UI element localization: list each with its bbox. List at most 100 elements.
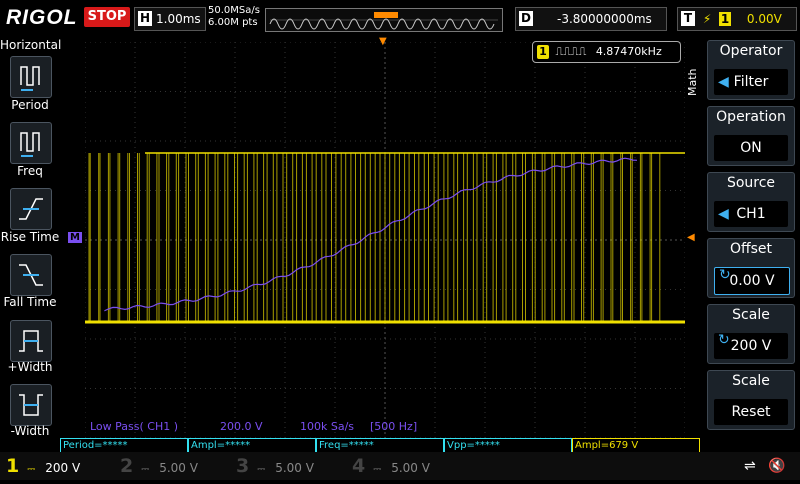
frequency-counter: 1 ⎍⎍⎍⎍ 4.87470kHz bbox=[532, 41, 681, 63]
scale-softkey[interactable]: Scale ↻ 200 V bbox=[707, 304, 795, 364]
timebase-key: H bbox=[138, 11, 152, 26]
trigger-channel-badge: 1 bbox=[719, 12, 732, 26]
square-wave-icon: ⎍⎍⎍⎍ bbox=[555, 45, 587, 58]
channel-2-scale: 5.00 V bbox=[159, 461, 198, 475]
measurement-period[interactable]: Period=***** bbox=[60, 438, 188, 453]
scale-reset-softkey[interactable]: Scale Reset bbox=[707, 370, 795, 430]
memory-waveform-preview bbox=[269, 12, 498, 30]
counter-value: 4.87470kHz bbox=[595, 45, 662, 58]
operator-value: ◀ Filter bbox=[714, 69, 788, 95]
usb-icon: ⇌ bbox=[744, 458, 756, 474]
left-arrow-icon: ◀ bbox=[718, 74, 729, 90]
source-title: Source bbox=[726, 175, 776, 191]
waveform-canvas bbox=[84, 41, 686, 439]
channel-3-scale: 5.00 V bbox=[275, 461, 314, 475]
operator-title: Operator bbox=[719, 43, 783, 59]
source-softkey[interactable]: Source ◀ CH1 bbox=[707, 172, 795, 232]
dc-coupling-icon: ⎓ bbox=[27, 464, 36, 475]
offset-title: Offset bbox=[729, 241, 773, 257]
math-scale-label: 200.0 V bbox=[220, 420, 263, 433]
source-value: ◀ CH1 bbox=[714, 201, 788, 227]
waveform-display[interactable] bbox=[84, 41, 686, 439]
rise-time-label: Rise Time bbox=[0, 230, 60, 244]
measurement-ampl-ch1[interactable]: Ampl=679 V bbox=[572, 438, 700, 453]
ch1-waveform bbox=[88, 153, 661, 322]
brand-logo: RIGOL bbox=[6, 6, 78, 29]
measurement-ampl[interactable]: Ampl=***** bbox=[188, 438, 316, 453]
horizontal-measure-panel: Horizontal Period Freq Rise Time Fall Ti… bbox=[0, 36, 62, 438]
speaker-muted-icon[interactable]: 🔇 bbox=[768, 452, 785, 480]
neg-width-label: -Width bbox=[10, 424, 50, 438]
trigger-level: 0.00V bbox=[746, 12, 782, 26]
memory-depth: 6.00M pts bbox=[208, 17, 258, 28]
memory-window-marker[interactable] bbox=[374, 12, 398, 18]
rising-edge-icon: ⚡ bbox=[702, 12, 712, 26]
memory-overview-strip bbox=[265, 8, 503, 32]
channel-4-number: 4 bbox=[352, 455, 366, 477]
operator-softkey[interactable]: Operator ◀ Filter bbox=[707, 40, 795, 100]
run-stop-indicator[interactable]: STOP bbox=[84, 7, 130, 27]
rise-time-icon bbox=[19, 198, 43, 220]
trigger-key: T bbox=[681, 11, 695, 26]
delay-box[interactable]: D -3.80000000ms bbox=[515, 7, 667, 31]
pos-width-button[interactable] bbox=[10, 320, 52, 362]
horizontal-title: Horizontal bbox=[0, 38, 62, 52]
channel-3-number: 3 bbox=[236, 455, 250, 477]
channel-4-status[interactable]: 4 ⎓ 5.00 V bbox=[352, 452, 430, 480]
math-filter-label: Low Pass( CH1 ) bbox=[90, 420, 179, 433]
knob-icon: ↻ bbox=[718, 332, 730, 348]
operation-value: ON bbox=[714, 135, 788, 161]
measurement-freq[interactable]: Freq=***** bbox=[316, 438, 444, 453]
period-label: Period bbox=[11, 98, 49, 112]
rise-time-button[interactable] bbox=[10, 188, 52, 230]
counter-channel-badge: 1 bbox=[537, 45, 549, 59]
math-side-label: Math bbox=[686, 68, 699, 96]
measurement-vpp[interactable]: Vpp=***** bbox=[444, 438, 572, 453]
offset-softkey[interactable]: Offset ↻ 0.00 V bbox=[707, 238, 795, 298]
pos-width-icon bbox=[19, 330, 43, 352]
channel-3-status[interactable]: 3 ⎓ 5.00 V bbox=[236, 452, 314, 480]
trigger-position-marker[interactable]: ▼ bbox=[379, 36, 387, 47]
neg-width-button[interactable] bbox=[10, 384, 52, 426]
operation-title: Operation bbox=[716, 109, 786, 125]
channel-1-scale: 200 V bbox=[45, 461, 81, 475]
scale-value: ↻ 200 V bbox=[714, 332, 788, 359]
channel-2-number: 2 bbox=[120, 455, 134, 477]
channel-status-bar: 1 ⎓ 200 V 2 ⎓ 5.00 V 3 ⎓ 5.00 V 4 ⎓ 5.00 V ⇌ 🔇 bbox=[0, 452, 800, 480]
fall-time-icon bbox=[19, 264, 43, 286]
dc-coupling-icon: ⎓ bbox=[257, 464, 266, 475]
freq-icon bbox=[20, 132, 40, 157]
channel-1-status[interactable]: 1 ⎓ 200 V bbox=[6, 452, 80, 480]
knob-icon: ↻ bbox=[719, 267, 731, 283]
delay-key: D bbox=[519, 11, 533, 26]
fall-time-label: Fall Time bbox=[3, 295, 57, 309]
fall-time-button[interactable] bbox=[10, 254, 52, 296]
freq-label: Freq bbox=[17, 164, 43, 178]
pos-width-label: +Width bbox=[7, 360, 53, 374]
timebase-value: 1.00ms bbox=[156, 12, 201, 26]
dc-coupling-icon: ⎓ bbox=[373, 464, 382, 475]
math-offset-marker[interactable]: M bbox=[68, 232, 82, 243]
operation-softkey[interactable]: Operation ON bbox=[707, 106, 795, 166]
top-status-bar: RIGOL STOP H 1.00ms 50.0MSa/s 6.00M pts D… bbox=[0, 0, 800, 36]
math-cutoff-label: [500 Hz] bbox=[370, 420, 418, 433]
scale-title: Scale bbox=[732, 307, 770, 323]
dc-coupling-icon: ⎓ bbox=[141, 464, 150, 475]
offset-value: ↻ 0.00 V bbox=[714, 267, 790, 295]
channel-2-status[interactable]: 2 ⎓ 5.00 V bbox=[120, 452, 198, 480]
trigger-box[interactable]: T ⚡ 1 0.00V bbox=[677, 7, 797, 31]
freq-button[interactable] bbox=[10, 122, 52, 164]
trigger-level-marker[interactable]: ◀ bbox=[687, 232, 695, 243]
acquisition-info: 50.0MSa/s 6.00M pts bbox=[208, 5, 260, 29]
left-arrow-icon: ◀ bbox=[718, 206, 729, 222]
math-rate-label: 100k Sa/s bbox=[300, 420, 355, 433]
period-button[interactable] bbox=[10, 56, 52, 98]
neg-width-icon bbox=[19, 394, 43, 416]
sample-rate: 50.0MSa/s bbox=[208, 5, 260, 16]
period-icon bbox=[20, 66, 40, 91]
timebase-box[interactable]: H 1.00ms bbox=[134, 7, 206, 31]
channel-1-number: 1 bbox=[6, 455, 20, 477]
delay-value: -3.80000000ms bbox=[557, 12, 652, 26]
scale-reset-value: Reset bbox=[714, 399, 788, 425]
scale-reset-title: Scale bbox=[732, 373, 770, 389]
